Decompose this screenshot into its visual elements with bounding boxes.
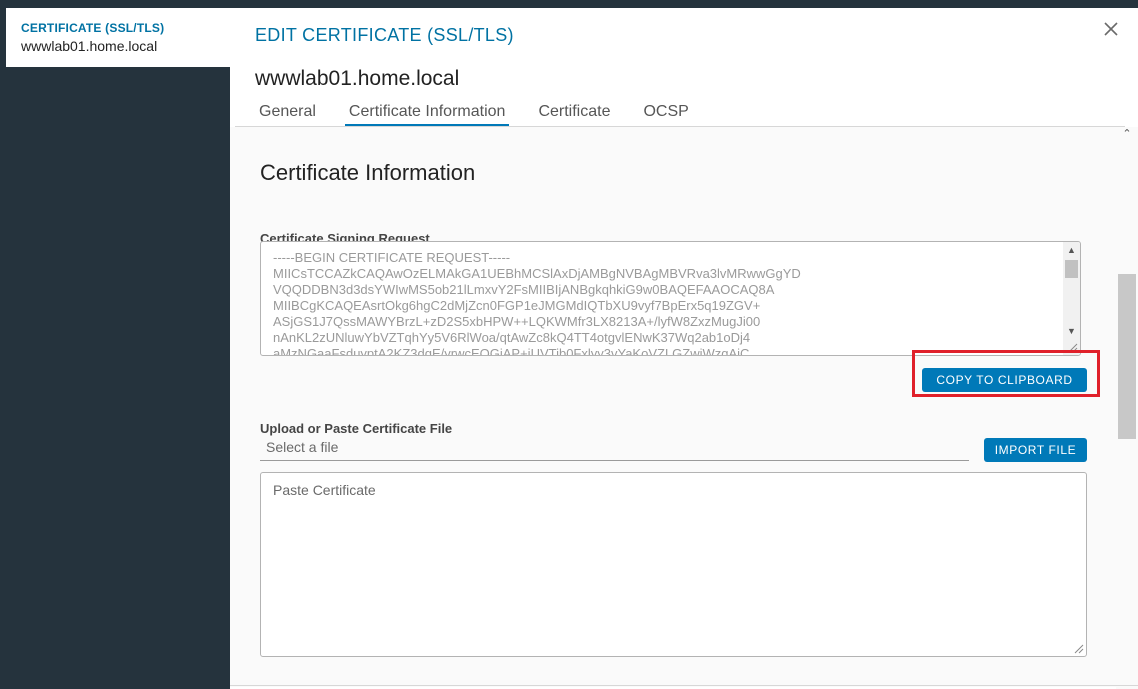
modal-scroll-thumb[interactable]	[1118, 274, 1136, 439]
csr-textarea[interactable]: -----BEGIN CERTIFICATE REQUEST----- MIIC…	[260, 241, 1081, 356]
tab-bar: General Certificate Information Certific…	[255, 101, 718, 127]
page: CERTIFICATE (SSL/TLS) wwwlab01.home.loca…	[0, 0, 1138, 689]
csr-scroll-thumb[interactable]	[1065, 260, 1078, 278]
scroll-up-icon[interactable]: ▲	[1063, 242, 1080, 258]
sidebar-item-name: wwwlab01.home.local	[21, 38, 158, 54]
paste-certificate-textarea[interactable]	[261, 473, 1086, 656]
paste-certificate-box	[260, 472, 1087, 657]
tab-general[interactable]: General	[255, 101, 320, 127]
sidebar-item-type: CERTIFICATE (SSL/TLS)	[21, 21, 165, 35]
modal-content: Certificate Information Certificate Sign…	[230, 127, 1116, 687]
csr-scrollbar[interactable]: ▲ ▼	[1063, 242, 1080, 355]
modal-title: EDIT CERTIFICATE (SSL/TLS)	[255, 25, 514, 45]
tab-certificate-information[interactable]: Certificate Information	[344, 101, 510, 127]
sidebar-selected-item[interactable]: CERTIFICATE (SSL/TLS) wwwlab01.home.loca…	[6, 8, 230, 67]
close-button[interactable]	[1102, 20, 1120, 38]
resize-grip-icon[interactable]	[1073, 643, 1084, 654]
close-icon	[1104, 22, 1118, 36]
file-select-input[interactable]: Select a file	[260, 432, 969, 461]
footer-divider	[230, 685, 1138, 686]
tab-certificate[interactable]: Certificate	[534, 101, 614, 127]
chevron-up-icon[interactable]: ⌃	[1116, 127, 1138, 145]
csr-text: -----BEGIN CERTIFICATE REQUEST----- MIIC…	[273, 250, 801, 356]
import-file-button[interactable]: IMPORT FILE	[984, 438, 1087, 462]
certificate-subject: wwwlab01.home.local	[255, 67, 460, 90]
sidebar: CERTIFICATE (SSL/TLS) wwwlab01.home.loca…	[0, 0, 230, 689]
edit-certificate-modal: EDIT CERTIFICATE (SSL/TLS) wwwlab01.home…	[230, 8, 1138, 689]
copy-to-clipboard-button[interactable]: COPY TO CLIPBOARD	[922, 368, 1087, 392]
tab-ocsp[interactable]: OCSP	[639, 101, 692, 127]
scroll-down-icon[interactable]: ▼	[1063, 323, 1080, 339]
modal-scrollbar[interactable]: ⌃	[1116, 127, 1138, 689]
section-title: Certificate Information	[260, 160, 476, 185]
